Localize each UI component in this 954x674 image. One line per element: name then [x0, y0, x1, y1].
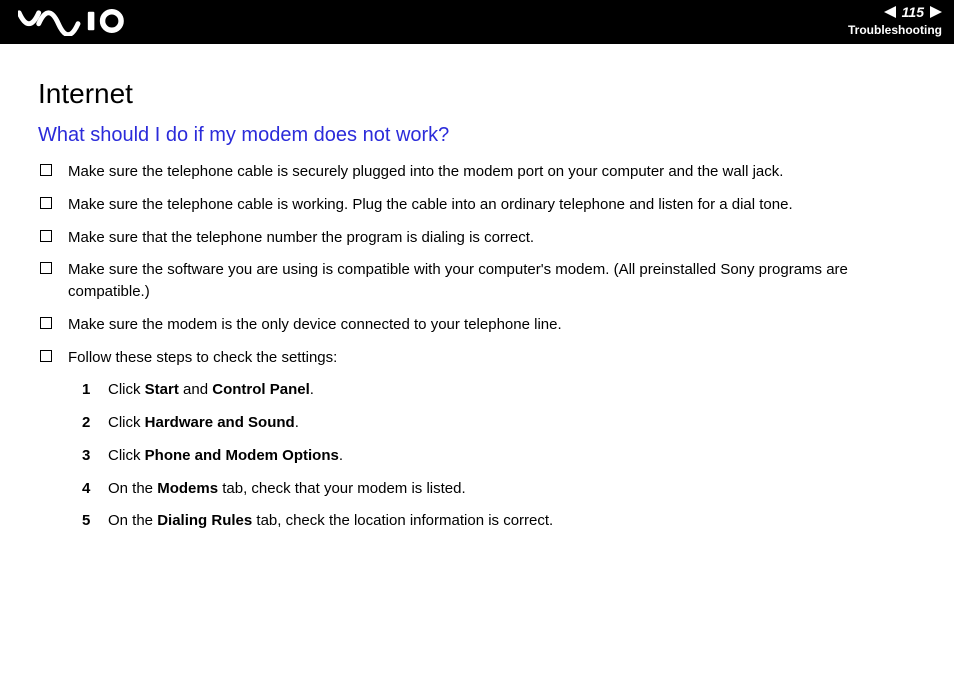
list-item: Make sure the software you are using is …: [38, 259, 932, 303]
step-text: Click: [108, 447, 145, 464]
step-item: Click Start and Control Panel.: [82, 379, 932, 401]
step-text: On the: [108, 480, 157, 497]
list-item: Make sure the modem is the only device c…: [38, 314, 932, 336]
step-item: Click Phone and Modem Options.: [82, 445, 932, 467]
prev-page-arrow-icon[interactable]: [884, 6, 896, 18]
header-bar: 115 Troubleshooting: [0, 0, 954, 44]
step-text: .: [295, 414, 299, 431]
step-text: tab, check the location information is c…: [252, 512, 553, 529]
step-bold: Modems: [157, 480, 218, 497]
step-item: On the Dialing Rules tab, check the loca…: [82, 510, 932, 532]
page-number: 115: [902, 4, 924, 21]
step-text: Click: [108, 381, 145, 398]
step-text: .: [310, 381, 314, 398]
step-text: .: [339, 447, 343, 464]
vaio-logo: [18, 6, 138, 36]
step-text: On the: [108, 512, 157, 529]
step-text: and: [179, 381, 212, 398]
list-item: Make sure the telephone cable is securel…: [38, 161, 932, 183]
next-page-arrow-icon[interactable]: [930, 6, 942, 18]
step-bold: Control Panel: [212, 381, 310, 398]
document-page: 115 Troubleshooting Internet What should…: [0, 0, 954, 674]
list-item: Follow these steps to check the settings…: [38, 347, 932, 369]
step-text: Click: [108, 414, 145, 431]
page-content: Internet What should I do if my modem do…: [0, 44, 954, 532]
step-bold: Dialing Rules: [157, 512, 252, 529]
page-subtitle: What should I do if my modem does not wo…: [38, 124, 932, 147]
step-item: Click Hardware and Sound.: [82, 412, 932, 434]
step-bold: Start: [145, 381, 179, 398]
section-label: Troubleshooting: [848, 23, 942, 37]
bullet-list: Make sure the telephone cable is securel…: [38, 161, 932, 368]
list-item: Make sure the telephone cable is working…: [38, 194, 932, 216]
step-bold: Phone and Modem Options: [145, 447, 339, 464]
list-item: Make sure that the telephone number the …: [38, 227, 932, 249]
step-item: On the Modems tab, check that your modem…: [82, 478, 932, 500]
step-text: tab, check that your modem is listed.: [218, 480, 466, 497]
numbered-steps: Click Start and Control Panel. Click Har…: [82, 379, 932, 532]
step-bold: Hardware and Sound: [145, 414, 295, 431]
page-title: Internet: [38, 78, 932, 110]
page-navigation: 115 Troubleshooting: [848, 4, 942, 37]
